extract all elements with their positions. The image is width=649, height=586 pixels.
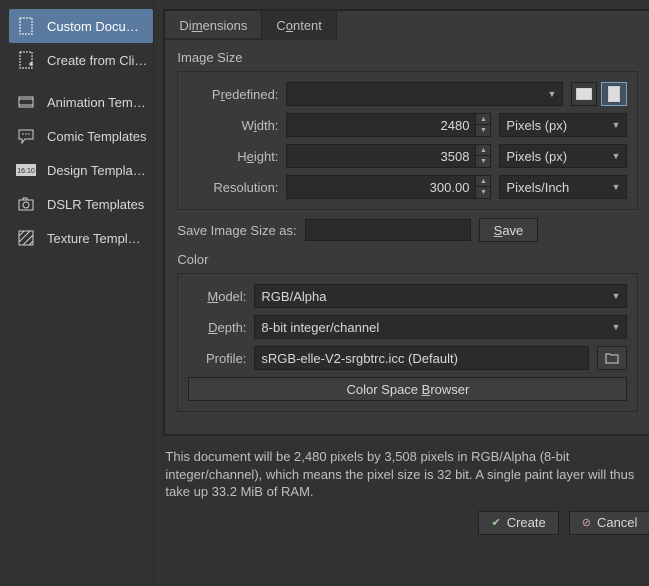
combo-value: sRGB-elle-V2-srgbtrc.icc (Default) (261, 351, 458, 366)
ratio-icon: 16:10 (15, 159, 37, 181)
tab-dimensions[interactable]: Dimensions (165, 11, 262, 40)
image-size-title: Image Size (177, 50, 638, 65)
button-label: Create (507, 515, 546, 530)
depth-label: Depth: (188, 320, 246, 335)
folder-icon (605, 352, 619, 364)
width-unit-combo[interactable]: Pixels (px) ▼ (499, 113, 627, 137)
combo-value: Pixels (px) (506, 149, 567, 164)
spin-up-icon[interactable]: ▲ (476, 114, 490, 125)
height-label: Height: (188, 149, 278, 164)
chevron-down-icon: ▼ (612, 151, 621, 161)
create-button[interactable]: ✔ Create (478, 511, 558, 535)
predefined-combo[interactable]: ▼ (286, 82, 563, 106)
cancel-icon: ⊘ (582, 516, 591, 529)
width-input[interactable] (287, 118, 475, 133)
landscape-icon (576, 88, 592, 100)
sidebar-item-label: DSLR Templates (47, 197, 144, 212)
tab-label: Dimensions (179, 18, 247, 33)
chevron-down-icon: ▼ (612, 322, 621, 332)
color-space-browser-button[interactable]: Color Space Browser (188, 377, 627, 401)
svg-text:16:10: 16:10 (17, 168, 35, 175)
height-input[interactable] (287, 149, 475, 164)
sidebar-item-label: Custom Docu… (47, 19, 139, 34)
sidebar-item-label: Create from Cli… (47, 53, 147, 68)
image-size-group: Predefined: ▼ Width: (177, 71, 638, 210)
model-combo[interactable]: RGB/Alpha ▼ (254, 284, 627, 308)
camera-icon (15, 193, 37, 215)
sidebar-item-label: Animation Tem… (47, 95, 146, 110)
sidebar-item-design-templates[interactable]: 16:10 Design Templa… (9, 153, 153, 187)
orientation-landscape-button[interactable] (571, 82, 597, 106)
clipboard-plus-icon (15, 49, 37, 71)
texture-icon (15, 227, 37, 249)
combo-value: 8-bit integer/channel (261, 320, 379, 335)
button-label: Color Space Browser (347, 382, 470, 397)
chevron-down-icon: ▼ (612, 120, 621, 130)
resolution-label: Resolution: (188, 180, 278, 195)
spin-up-icon[interactable]: ▲ (476, 145, 490, 156)
button-label: Save (494, 223, 524, 238)
sidebar-item-label: Comic Templates (47, 129, 146, 144)
depth-combo[interactable]: 8-bit integer/channel ▼ (254, 315, 627, 339)
tab-bar: Dimensions Content (164, 10, 649, 40)
check-icon: ✔ (491, 516, 500, 529)
button-label: Cancel (597, 515, 637, 530)
height-unit-combo[interactable]: Pixels (px) ▼ (499, 144, 627, 168)
save-as-input[interactable] (305, 219, 471, 241)
orientation-portrait-button[interactable] (601, 82, 627, 106)
resolution-input[interactable] (287, 180, 475, 195)
template-sidebar: Custom Docu… Create from Cli… Animation … (0, 0, 154, 586)
height-spinner[interactable]: ▲▼ (286, 144, 491, 168)
color-title: Color (177, 252, 638, 267)
width-spinner[interactable]: ▲▼ (286, 113, 491, 137)
predefined-label: Predefined: (188, 87, 278, 102)
profile-browse-button[interactable] (597, 346, 627, 370)
resolution-spinner[interactable]: ▲▼ (286, 175, 491, 199)
sidebar-item-label: Texture Templ… (47, 231, 141, 246)
portrait-icon (608, 86, 620, 102)
cancel-button[interactable]: ⊘ Cancel (569, 511, 649, 535)
chevron-down-icon: ▼ (612, 182, 621, 192)
save-as-label: Save Image Size as: (177, 223, 296, 238)
model-label: Model: (188, 289, 246, 304)
main-panel: Dimensions Content Image Size Predefined… (154, 0, 649, 586)
spin-down-icon[interactable]: ▼ (476, 187, 490, 198)
width-label: Width: (188, 118, 278, 133)
chevron-down-icon: ▼ (612, 291, 621, 301)
chevron-down-icon: ▼ (548, 89, 557, 99)
tab-content[interactable]: Content (262, 11, 337, 40)
film-icon (15, 91, 37, 113)
document-icon (15, 15, 37, 37)
combo-value: Pixels (px) (506, 118, 567, 133)
profile-combo[interactable]: sRGB-elle-V2-srgbtrc.icc (Default) (254, 346, 589, 370)
spin-down-icon[interactable]: ▼ (476, 125, 490, 136)
resolution-unit-combo[interactable]: Pixels/Inch ▼ (499, 175, 627, 199)
sidebar-item-create-from-clipboard[interactable]: Create from Cli… (9, 43, 153, 77)
sidebar-item-animation-templates[interactable]: Animation Tem… (9, 85, 153, 119)
save-button[interactable]: Save (479, 218, 539, 242)
color-group: Model: RGB/Alpha ▼ Depth: 8-bit integer/… (177, 273, 638, 412)
spin-down-icon[interactable]: ▼ (476, 156, 490, 167)
document-info-text: This document will be 2,480 pixels by 3,… (165, 448, 649, 501)
dimensions-panel: Image Size Predefined: ▼ (164, 40, 649, 435)
spin-up-icon[interactable]: ▲ (476, 176, 490, 187)
sidebar-item-custom-document[interactable]: Custom Docu… (9, 9, 153, 43)
tab-label: Content (276, 18, 322, 33)
sidebar-item-label: Design Templa… (47, 163, 146, 178)
sidebar-item-texture-templates[interactable]: Texture Templ… (9, 221, 153, 255)
sidebar-item-comic-templates[interactable]: Comic Templates (9, 119, 153, 153)
sidebar-item-dslr-templates[interactable]: DSLR Templates (9, 187, 153, 221)
combo-value: Pixels/Inch (506, 180, 569, 195)
speech-bubble-icon (15, 125, 37, 147)
profile-label: Profile: (188, 351, 246, 366)
combo-value: RGB/Alpha (261, 289, 326, 304)
